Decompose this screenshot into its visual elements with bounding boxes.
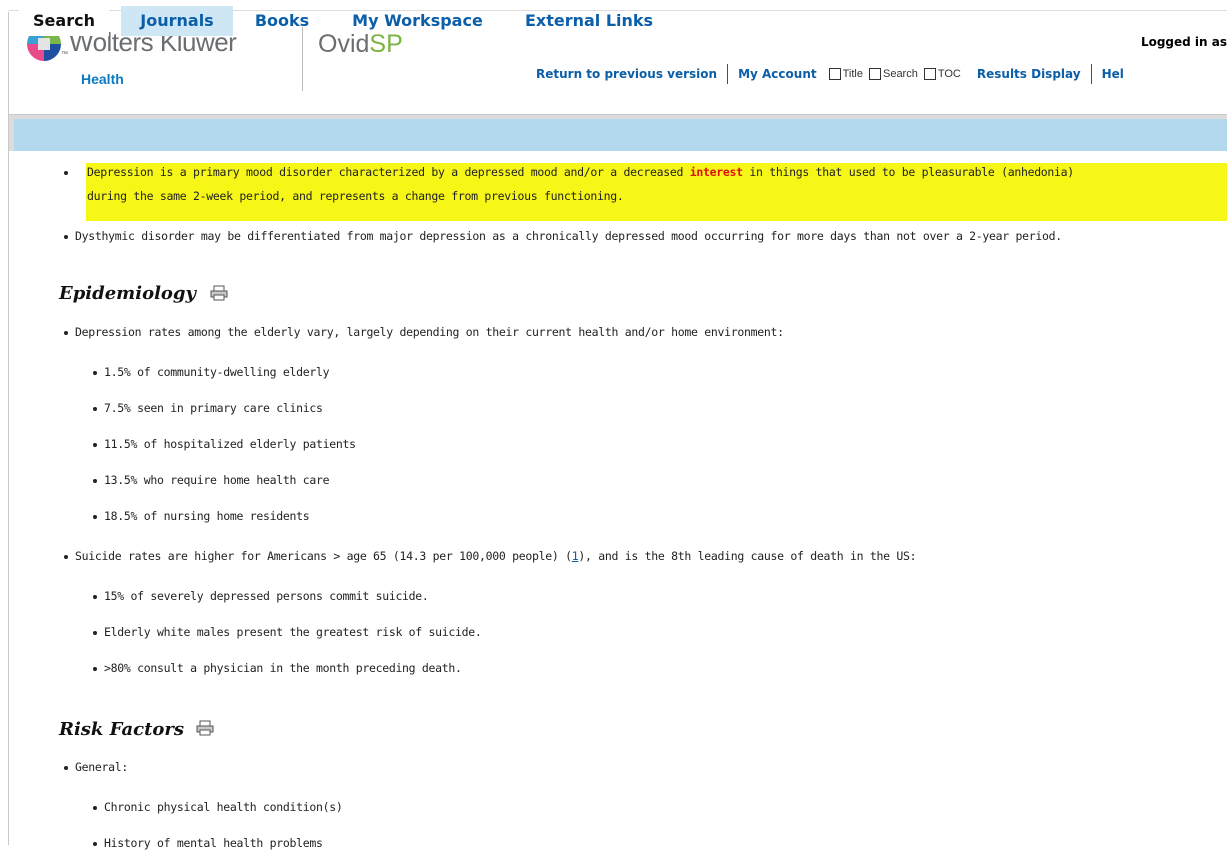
tab-search[interactable]: Search: [19, 6, 109, 36]
list-item: 7.5% seen in primary care clinics: [104, 401, 323, 415]
tab-my-workspace[interactable]: My Workspace: [340, 6, 495, 36]
bullet-text: Suicide rates are higher for Americans >…: [75, 549, 572, 563]
list-item: Chronic physical health condition(s): [104, 800, 343, 814]
display-checkboxes: Title Search TOC: [823, 68, 961, 80]
list-item: 13.5% who require home health care: [104, 473, 330, 487]
list-item: >80% consult a physician in the month pr…: [104, 661, 462, 675]
checkbox-icon[interactable]: [868, 68, 881, 80]
results-display-link[interactable]: Results Display: [977, 67, 1081, 81]
section-heading-risk-factors: Risk Factors: [59, 719, 185, 740]
search-term-highlight: interest: [689, 165, 743, 179]
list-item: History of mental health problems: [104, 836, 323, 850]
bullet: [64, 331, 68, 335]
search-checkbox[interactable]: Search: [868, 68, 918, 80]
checkbox-label: Search: [882, 68, 918, 80]
trademark: ™: [61, 51, 68, 58]
checkbox-label: Title: [842, 68, 863, 80]
epidemiology-bullet-1: Depression rates among the elderly vary,…: [75, 325, 784, 339]
logged-in-label: Logged in as: [1140, 35, 1227, 49]
risk-bullet-general: General:: [75, 760, 128, 774]
list-item: 11.5% of hospitalized elderly patients: [104, 437, 356, 451]
bullet: [93, 443, 97, 447]
link-separator: [727, 64, 729, 84]
checkbox-icon[interactable]: [828, 68, 841, 80]
bullet: [93, 667, 97, 671]
list-item: 15% of severely depressed persons commit…: [104, 589, 429, 603]
intro-text: Depression is a primary mood disorder ch…: [87, 165, 690, 179]
intro-bullet-1: Depression is a primary mood disorder ch…: [87, 165, 1074, 179]
list-item: 1.5% of community-dwelling elderly: [104, 365, 330, 379]
brand-subtitle: Health: [81, 71, 124, 87]
bullet: [93, 631, 97, 635]
tab-bar: [9, 114, 1227, 151]
tab-journals[interactable]: Journals: [121, 6, 233, 36]
my-account-link[interactable]: My Account: [738, 67, 817, 81]
list-item: Elderly white males present the greatest…: [104, 625, 482, 639]
bullet: [64, 766, 68, 770]
epidemiology-bullet-2: Suicide rates are higher for Americans >…: [75, 549, 917, 563]
logo-divider: [302, 27, 303, 91]
bullet: [93, 515, 97, 519]
print-icon[interactable]: [210, 285, 228, 301]
intro-bullet-2: Dysthymic disorder may be differentiated…: [75, 229, 1062, 243]
checkbox-icon[interactable]: [923, 68, 936, 80]
bullet: [64, 235, 68, 239]
title-checkbox[interactable]: Title: [828, 68, 863, 80]
top-links: Return to previous version My Account Ti…: [536, 64, 1124, 84]
help-link[interactable]: Hel: [1102, 67, 1124, 81]
bullet: [93, 371, 97, 375]
bullet: [64, 171, 68, 175]
print-icon[interactable]: [196, 720, 214, 736]
bullet: [93, 842, 97, 846]
section-heading-epidemiology: Epidemiology: [59, 283, 196, 304]
link-separator: [1090, 64, 1092, 84]
toc-checkbox[interactable]: TOC: [923, 68, 961, 80]
tab-bar-inner: [14, 119, 1227, 151]
bullet: [93, 806, 97, 810]
bullet: [93, 479, 97, 483]
list-item: 18.5% of nursing home residents: [104, 509, 310, 523]
bullet: [64, 555, 68, 559]
bullet-text: ), and is the 8th leading cause of death…: [578, 549, 917, 563]
checkbox-label: TOC: [937, 68, 961, 80]
intro-bullet-1-line2: during the same 2-week period, and repre…: [87, 189, 624, 203]
tab-books[interactable]: Books: [246, 6, 318, 36]
return-previous-version-link[interactable]: Return to previous version: [536, 67, 717, 81]
intro-text: in things that used to be pleasurable (a…: [742, 165, 1074, 179]
bullet: [93, 407, 97, 411]
bullet: [93, 595, 97, 599]
tab-external-links[interactable]: External Links: [514, 6, 664, 36]
